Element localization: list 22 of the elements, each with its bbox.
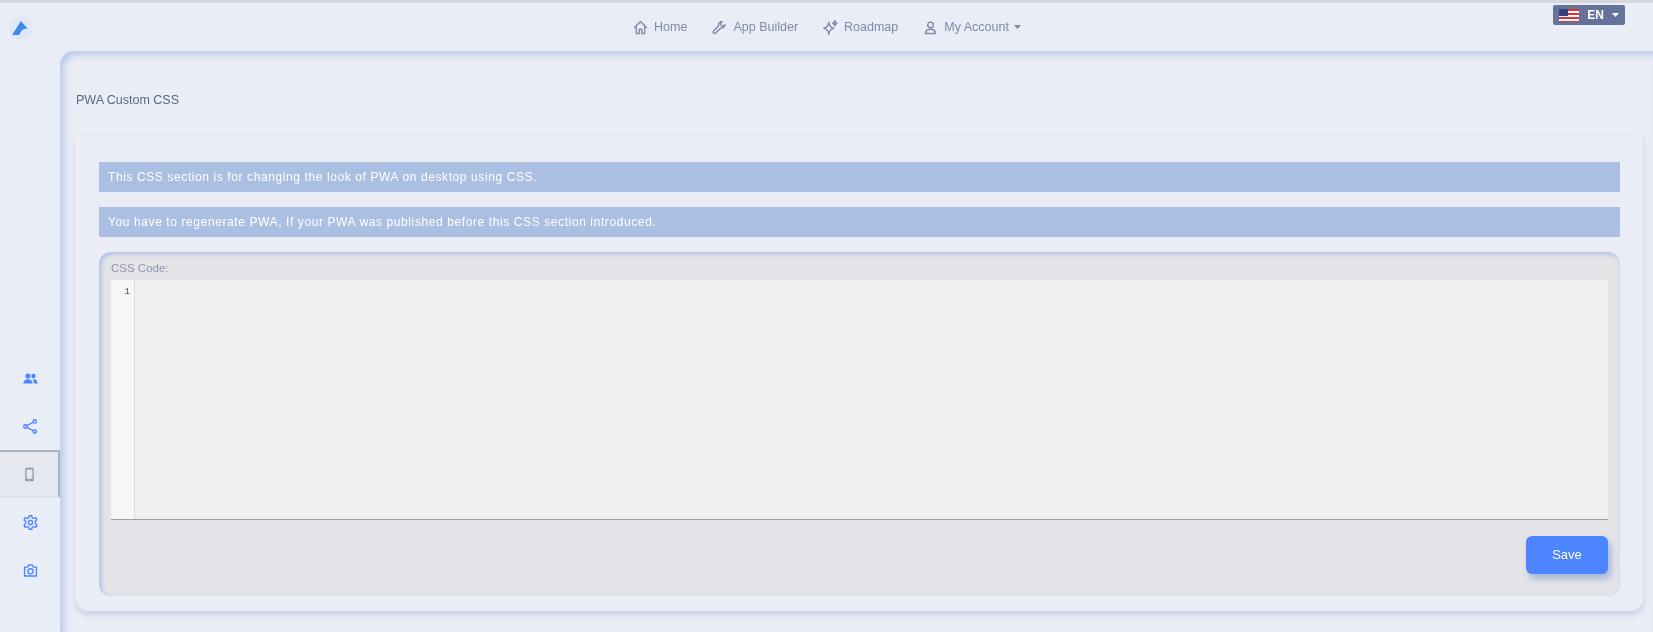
save-button[interactable]: Save xyxy=(1526,536,1608,574)
nav-link[interactable]: App Builder xyxy=(711,17,799,37)
caret-icon xyxy=(1612,13,1619,17)
code-editor[interactable]: 1 xyxy=(111,280,1608,520)
page-title: PWA Custom CSS xyxy=(76,92,181,109)
language-button[interactable]: EN xyxy=(1553,5,1625,25)
logo-icon xyxy=(8,15,34,41)
info-notice: This CSS section is for changing the look of PWA on desktop using CSS. xyxy=(99,161,1620,192)
camera-icon xyxy=(21,561,39,579)
share-icon xyxy=(21,417,39,435)
gear-icon xyxy=(21,513,39,531)
line-number: 1 xyxy=(123,286,130,299)
nav-link[interactable]: Roadmap xyxy=(822,17,899,37)
home-icon xyxy=(632,18,650,36)
editor-label: CSS Code: xyxy=(111,260,170,276)
nav-link[interactable]: Home xyxy=(632,17,688,37)
nav-link[interactable]: My Account xyxy=(922,17,1021,37)
sparkle-icon xyxy=(822,18,840,36)
flag-icon xyxy=(1559,8,1580,22)
wrench-icon xyxy=(711,18,729,36)
sidebar-item[interactable] xyxy=(0,450,60,498)
info-notice: You have to regenerate PWA, If your PWA was published before this CSS section introduced. xyxy=(99,206,1620,237)
